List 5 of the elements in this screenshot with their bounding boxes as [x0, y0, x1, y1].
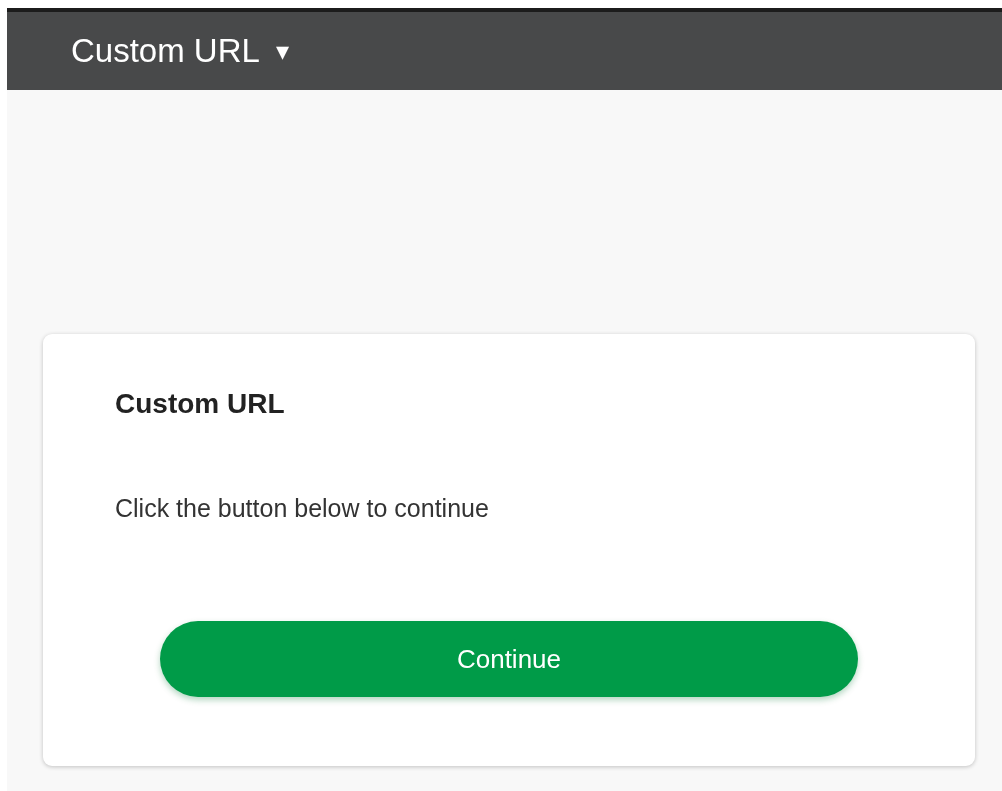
page-title[interactable]: Custom URL	[71, 32, 260, 70]
caret-icon[interactable]: ▾	[275, 38, 289, 64]
continue-button[interactable]: Continue	[160, 621, 858, 697]
card-message: Click the button below to continue	[115, 494, 489, 523]
card-title: Custom URL	[115, 388, 285, 420]
